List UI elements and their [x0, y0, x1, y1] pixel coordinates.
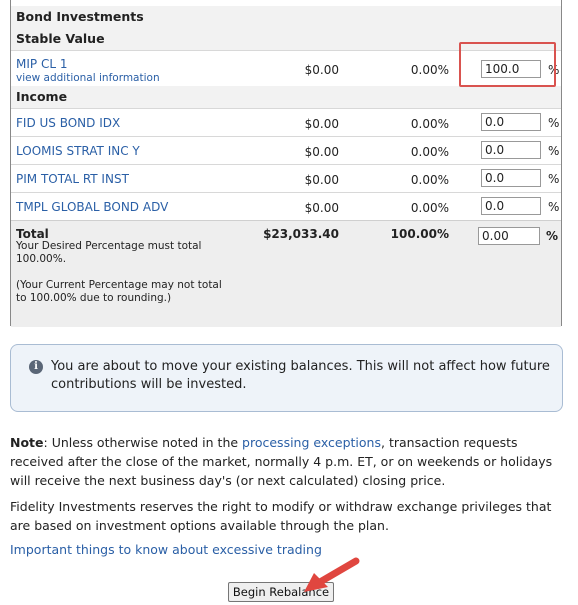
section-bond-investments: Bond Investments	[11, 6, 561, 28]
rebalance-notice: i You are about to move your existing ba…	[10, 344, 563, 412]
highlight-box	[459, 42, 556, 87]
total-label: Total	[16, 227, 49, 241]
fund-current-percent: 0.00%	[410, 201, 449, 215]
percent-sign: %	[548, 172, 560, 186]
fund-amount: $0.00	[304, 201, 339, 215]
fund-link-fid-us-bond-idx[interactable]: FID US BOND IDX	[16, 116, 120, 130]
excessive-trading-link[interactable]: Important things to know about excessive…	[10, 542, 322, 557]
fund-current-percent: 0.00%	[410, 63, 449, 77]
fund-link-mip-cl-1[interactable]: MIP CL 1	[16, 57, 67, 71]
fund-current-percent: 0.00%	[410, 117, 449, 131]
arrow-shaft	[316, 557, 360, 586]
desired-percent-input-pim-total-rt-inst[interactable]	[481, 169, 541, 187]
fund-amount: $0.00	[304, 145, 339, 159]
fund-row-loomis-strat-inc-y: LOOMIS STRAT INC Y $0.00 0.00% %	[11, 136, 561, 164]
desired-percent-input-loomis-strat-inc-y[interactable]	[481, 141, 541, 159]
percent-sign: %	[548, 144, 560, 158]
fund-link-pim-total-rt-inst[interactable]: PIM TOTAL RT INST	[16, 172, 129, 186]
fund-amount: $0.00	[304, 173, 339, 187]
desired-percent-input-tmpl-global-bond-adv[interactable]	[481, 197, 541, 215]
fund-link-tmpl-global-bond-adv[interactable]: TMPL GLOBAL BOND ADV	[16, 200, 168, 214]
processing-exceptions-link[interactable]: processing exceptions	[242, 435, 381, 450]
note-pre: : Unless otherwise noted in the	[43, 435, 243, 450]
total-row: Total Your Desired Percentage must total…	[11, 220, 561, 327]
total-amount: $23,033.40	[263, 227, 339, 241]
fund-amount: $0.00	[304, 63, 339, 77]
fund-current-percent: 0.00%	[410, 173, 449, 187]
total-rounding-note: (Your Current Percentage may not total t…	[16, 279, 222, 304]
notice-text: You are about to move your existing bala…	[51, 359, 550, 392]
percent-sign: %	[548, 200, 560, 214]
fund-table: Bond Investments Stable Value MIP CL 1 v…	[11, 0, 561, 220]
percent-sign: %	[546, 229, 559, 243]
total-current-percent: 100.00%	[390, 227, 449, 241]
fund-amount: $0.00	[304, 117, 339, 131]
percent-sign: %	[548, 116, 560, 130]
fund-link-loomis-strat-inc-y[interactable]: LOOMIS STRAT INC Y	[16, 144, 140, 158]
note-label: Note	[10, 435, 44, 450]
fund-row-pim-total-rt-inst: PIM TOTAL RT INST $0.00 0.00% %	[11, 164, 561, 192]
red-arrow-pointer	[304, 557, 360, 592]
processing-note: Note: Unless otherwise noted in the proc…	[10, 433, 570, 490]
fund-current-percent: 0.00%	[410, 145, 449, 159]
exchange-rights-text: Fidelity Investments reserves the right …	[10, 499, 552, 533]
total-desired-note: Your Desired Percentage must total 100.0…	[16, 240, 202, 265]
section-income: Income	[11, 86, 561, 108]
total-desired-percent: 0.00	[478, 227, 540, 245]
desired-percent-input-fid-us-bond-idx[interactable]	[481, 113, 541, 131]
fund-row-tmpl-global-bond-adv: TMPL GLOBAL BOND ADV $0.00 0.00% %	[11, 192, 561, 220]
info-icon: i	[29, 360, 43, 374]
view-additional-info-link[interactable]: view additional information	[16, 72, 160, 84]
fund-row-fid-us-bond-idx: FID US BOND IDX $0.00 0.00% %	[11, 108, 561, 136]
